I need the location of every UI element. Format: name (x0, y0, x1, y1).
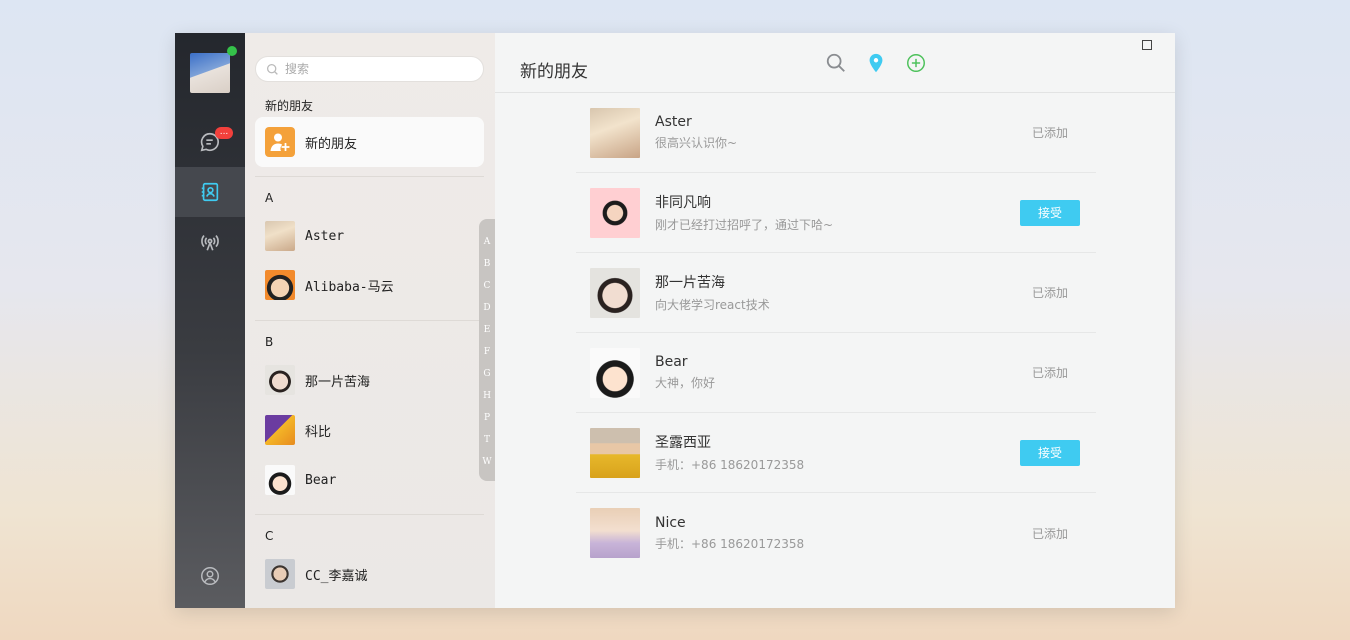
request-message: 手机：+86 18620172358 (655, 458, 805, 472)
search-input[interactable] (285, 62, 465, 76)
nav-item-chats[interactable]: ... (175, 117, 245, 167)
divider (255, 320, 484, 321)
avatar (265, 465, 295, 495)
avatar (265, 270, 295, 300)
request-message: 大神，你好 (655, 376, 716, 390)
friend-request-row: Bear 大神，你好 已添加 (576, 333, 1096, 413)
friend-request-row: 圣露西亚 手机：+86 18620172358 接受 (576, 413, 1096, 493)
main-pane: 新的朋友 Aster 很高兴认识你~ 已添加 非同凡响 刚才已经打过招呼了，通过… (495, 33, 1175, 608)
nav-item-broadcast[interactable] (175, 217, 245, 267)
broadcast-icon (201, 235, 219, 251)
friend-request-row: Nice 手机：+86 18620172358 已添加 (576, 493, 1096, 573)
contact-name: 那一片苦海 (305, 374, 371, 390)
request-message: 向大佬学习react技术 (655, 298, 770, 312)
avatar (265, 365, 295, 395)
friend-request-row: 那一片苦海 向大佬学习react技术 已添加 (576, 253, 1096, 333)
accept-button[interactable]: 接受 (1020, 439, 1080, 466)
add-friend-icon (265, 127, 295, 157)
request-name: Aster (655, 114, 692, 130)
alpha-index-letter[interactable]: B (484, 253, 491, 275)
contacts-panel: 新的朋友 新的朋友 A Aster Alibaba-马云 B (245, 33, 495, 608)
new-friends-label: 新的朋友 (305, 136, 358, 152)
app-window: ... 搜索 新的朋友 新的朋友 A Aster Alibaba-马云 B 那一… (175, 33, 1175, 608)
alpha-index-letter[interactable]: W (482, 451, 491, 473)
alpha-index-letter[interactable]: G (483, 363, 490, 385)
unread-badge: ... (215, 127, 233, 139)
page-title: 新的朋友 (520, 62, 588, 82)
contacts-icon (201, 182, 219, 202)
search-box[interactable] (255, 56, 484, 82)
friend-request-row: Aster 很高兴认识你~ 已添加 (576, 93, 1096, 173)
alpha-index-letter[interactable]: H (483, 385, 491, 407)
request-name: 非同凡响 (655, 195, 711, 211)
alpha-index-letter[interactable]: C (484, 275, 491, 297)
avatar (265, 559, 295, 589)
contact-row[interactable]: CC_李嘉诚 (265, 559, 367, 589)
request-message: 刚才已经打过招呼了，通过下哈~ (655, 218, 834, 232)
contact-name: 科比 (305, 424, 332, 440)
alpha-index-letter[interactable]: P (484, 407, 490, 429)
user-icon (201, 567, 219, 585)
divider (255, 514, 484, 515)
alpha-index-letter[interactable]: A (484, 231, 491, 253)
request-name: Nice (655, 514, 686, 531)
avatar (590, 267, 640, 318)
alpha-index-letter[interactable]: E (484, 319, 491, 341)
location-pin-icon[interactable] (865, 52, 887, 74)
alpha-index-letter[interactable]: F (484, 341, 490, 363)
request-name: Bear (655, 354, 688, 370)
contact-name: Alibaba-马云 (305, 279, 394, 295)
search-icon (266, 63, 278, 75)
divider (255, 176, 484, 177)
nav-item-contacts[interactable] (175, 167, 245, 217)
alpha-index-letter[interactable]: T (484, 429, 490, 451)
group-title-new-friends: 新的朋友 (265, 99, 314, 113)
request-name: 圣露西亚 (655, 435, 711, 451)
request-message: 很高兴认识你~ (655, 136, 738, 150)
maximize-button[interactable] (1142, 40, 1152, 50)
main-header: 新的朋友 (495, 33, 1175, 93)
alphabet-index[interactable]: A B C D E F G H P T W (479, 219, 495, 481)
contact-name: CC_李嘉诚 (305, 568, 368, 584)
added-status: 已添加 (1031, 126, 1068, 140)
group-letter: A (265, 191, 274, 205)
contact-row[interactable]: 那一片苦海 (265, 365, 370, 395)
accept-button[interactable]: 接受 (1020, 199, 1080, 226)
group-letter: C (265, 529, 274, 543)
added-status: 已添加 (1031, 366, 1068, 380)
avatar (590, 508, 640, 558)
contact-row[interactable]: Bear (265, 465, 336, 495)
avatar (590, 107, 640, 158)
contact-row[interactable]: 科比 (265, 415, 331, 445)
avatar (590, 347, 640, 398)
request-name: 那一片苦海 (655, 275, 725, 291)
nav-item-profile[interactable] (175, 551, 245, 601)
contact-name: Aster (305, 228, 345, 244)
contact-row[interactable]: Alibaba-马云 (265, 270, 394, 300)
avatar (590, 187, 640, 238)
contact-row[interactable]: Aster (265, 221, 344, 251)
contact-name: Bear (305, 472, 337, 488)
new-friends-entry[interactable]: 新的朋友 (255, 117, 484, 167)
search-icon[interactable] (825, 52, 847, 74)
alpha-index-letter[interactable]: D (483, 297, 490, 319)
request-message: 手机：+86 18620172358 (655, 536, 805, 551)
avatar (265, 415, 295, 445)
avatar (590, 427, 640, 478)
group-letter: B (265, 335, 274, 349)
add-circle-icon[interactable] (905, 52, 927, 74)
added-status: 已添加 (1031, 526, 1068, 541)
my-avatar[interactable] (190, 53, 230, 93)
avatar (265, 221, 295, 251)
added-status: 已添加 (1031, 286, 1068, 300)
online-status-dot (227, 46, 237, 56)
friend-request-row: 非同凡响 刚才已经打过招呼了，通过下哈~ 接受 (576, 173, 1096, 253)
nav-rail: ... (175, 33, 245, 608)
